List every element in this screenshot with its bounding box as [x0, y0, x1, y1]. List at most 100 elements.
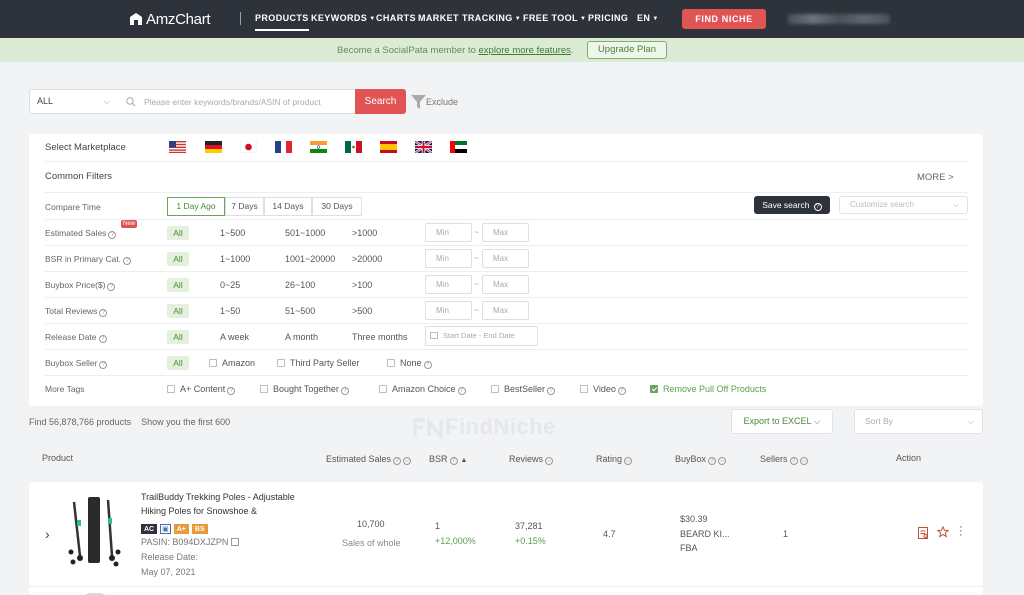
- product-pasin: PASIN: B094DXJZPN: [141, 537, 239, 547]
- copy-icon[interactable]: [230, 538, 239, 546]
- a-plus-badge: A+: [173, 524, 189, 534]
- product-image[interactable]: [68, 494, 122, 570]
- price-option[interactable]: 26~100: [285, 280, 315, 290]
- reviews-option[interactable]: 51~500: [285, 306, 315, 316]
- sales-min-input[interactable]: Min: [425, 223, 472, 242]
- compare-30-days[interactable]: 30 Days: [312, 197, 362, 216]
- nav-free-tool[interactable]: FREE TOOL ▼: [523, 13, 586, 23]
- reviews-all-option[interactable]: All: [167, 304, 189, 318]
- user-account[interactable]: [788, 14, 890, 24]
- tag-amazon-choice-checkbox[interactable]: Amazon Choice?: [379, 384, 466, 395]
- reviews-max-input[interactable]: Max: [482, 301, 529, 320]
- checkbox-icon: [491, 385, 499, 393]
- tag-a-plus-checkbox[interactable]: A+ Content?: [167, 384, 236, 395]
- sales-option[interactable]: 1~500: [220, 228, 245, 238]
- seller-amazon-checkbox[interactable]: Amazon: [209, 358, 255, 368]
- sales-option[interactable]: >1000: [352, 228, 377, 238]
- header-reviews[interactable]: Reviews ⌵: [509, 454, 554, 465]
- compare-7-days[interactable]: 7 Days: [225, 197, 264, 216]
- nav-tracking[interactable]: TRACKING ▼: [462, 13, 521, 23]
- buybox-seller[interactable]: BEARD KI...: [680, 529, 730, 539]
- bsr-min-input[interactable]: Min: [425, 249, 472, 268]
- bsr-option[interactable]: >20000: [352, 254, 382, 264]
- bsr-label: BSR in Primary Cat.?: [45, 254, 132, 265]
- nav-market[interactable]: MARKET: [418, 13, 459, 23]
- nav-keywords[interactable]: KEYWORDS ▼: [311, 13, 376, 23]
- header-estimated-sales[interactable]: Estimated Sales? ⌵: [326, 454, 412, 465]
- price-min-input[interactable]: Min: [425, 275, 472, 294]
- sort-by-select[interactable]: Sort By ⌵: [854, 409, 983, 434]
- header-rating[interactable]: Rating ⌵: [596, 454, 633, 465]
- sales-max-input[interactable]: Max: [482, 223, 529, 242]
- release-date-range-input[interactable]: Start Date - End Date: [425, 326, 538, 346]
- range-separator: ~: [474, 280, 479, 289]
- es-flag-icon[interactable]: [380, 141, 397, 153]
- nav-pricing[interactable]: PRICING: [588, 13, 628, 23]
- brand-logo[interactable]: AmzChart: [129, 10, 211, 28]
- us-flag-icon[interactable]: [169, 141, 186, 153]
- ae-flag-icon[interactable]: [450, 141, 467, 153]
- header-sellers[interactable]: Sellers? ⌵: [760, 454, 808, 465]
- bsr-option[interactable]: 1~1000: [220, 254, 250, 264]
- category-select[interactable]: ALL ⌵: [29, 89, 119, 114]
- upgrade-plan-button[interactable]: Upgrade Plan: [587, 41, 667, 59]
- bsr-max-input[interactable]: Max: [482, 249, 529, 268]
- reviews-option[interactable]: >500: [352, 306, 372, 316]
- de-flag-icon[interactable]: [205, 141, 222, 153]
- explore-features-link[interactable]: explore more features: [479, 45, 571, 56]
- seller-third-party-checkbox[interactable]: Third Party Seller: [277, 358, 360, 368]
- price-max-input[interactable]: Max: [482, 275, 529, 294]
- product-title[interactable]: TrailBuddy Trekking Poles - Adjustable H…: [141, 490, 309, 518]
- price-all-option[interactable]: All: [167, 278, 189, 292]
- checkbox-icon: [580, 385, 588, 393]
- nav-charts[interactable]: CHARTS: [376, 13, 416, 23]
- chevron-down-icon: ▼: [369, 16, 376, 22]
- tag-bought-together-checkbox[interactable]: Bought Together?: [260, 384, 349, 395]
- seller-all-option[interactable]: All: [167, 356, 189, 370]
- search-placeholder: Please enter keywords/brands/ASIN of pro…: [144, 97, 321, 107]
- uk-flag-icon[interactable]: [415, 141, 432, 153]
- release-option[interactable]: Three months: [352, 332, 408, 342]
- help-icon: ?: [449, 457, 458, 465]
- header-buybox[interactable]: BuyBox? ⌵: [675, 454, 727, 465]
- tag-video-checkbox[interactable]: Video?: [580, 384, 626, 395]
- bsr-all-option[interactable]: All: [167, 252, 189, 266]
- exclude-button[interactable]: Exclude: [411, 95, 458, 109]
- reviews-option[interactable]: 1~50: [220, 306, 240, 316]
- sales-option[interactable]: 501~1000: [285, 228, 325, 238]
- find-niche-button[interactable]: FIND NICHE: [682, 9, 766, 29]
- chevron-down-icon: ⌵: [103, 97, 110, 106]
- reviews-min-input[interactable]: Min: [425, 301, 472, 320]
- mx-flag-icon[interactable]: [345, 141, 362, 153]
- release-option[interactable]: A month: [285, 332, 318, 342]
- more-filters-link[interactable]: MORE >: [917, 172, 954, 183]
- compare-14-days[interactable]: 14 Days: [264, 197, 312, 216]
- jp-flag-icon[interactable]: [240, 141, 257, 153]
- bsr-option[interactable]: 1001~20000: [285, 254, 335, 264]
- price-option[interactable]: 0~25: [220, 280, 240, 290]
- release-option[interactable]: A week: [220, 332, 249, 342]
- release-all-option[interactable]: All: [167, 330, 189, 344]
- report-icon[interactable]: [918, 527, 929, 539]
- fr-flag-icon[interactable]: [275, 141, 292, 153]
- compare-1-day[interactable]: 1 Day Ago: [167, 197, 225, 216]
- customize-search-select[interactable]: Customize search ⌵: [839, 196, 968, 214]
- price-option[interactable]: >100: [352, 280, 372, 290]
- seller-none-checkbox[interactable]: None?: [387, 358, 432, 369]
- tag-bestseller-checkbox[interactable]: BestSeller?: [491, 384, 556, 395]
- header-bsr[interactable]: BSR? ▲: [429, 454, 467, 465]
- nav-language[interactable]: EN ▼: [637, 13, 659, 23]
- export-excel-button[interactable]: Export to EXCEL ⌵: [731, 409, 833, 434]
- in-flag-icon[interactable]: [310, 141, 327, 153]
- findniche-logo-icon: [413, 417, 443, 438]
- more-vertical-icon[interactable]: · · ·: [959, 522, 963, 541]
- expand-chevron-icon[interactable]: ›: [45, 526, 50, 542]
- save-search-button[interactable]: Save search ?: [754, 196, 830, 214]
- sales-all-option[interactable]: All: [167, 226, 189, 240]
- nav-products[interactable]: PRODUCTS: [255, 13, 309, 31]
- chevron-down-icon: ▼: [579, 16, 587, 22]
- search-button[interactable]: Search: [355, 89, 406, 114]
- star-icon[interactable]: [937, 526, 949, 538]
- search-input[interactable]: Please enter keywords/brands/ASIN of pro…: [118, 89, 356, 114]
- tag-remove-pull-off-checkbox[interactable]: Remove Pull Off Products: [650, 384, 766, 394]
